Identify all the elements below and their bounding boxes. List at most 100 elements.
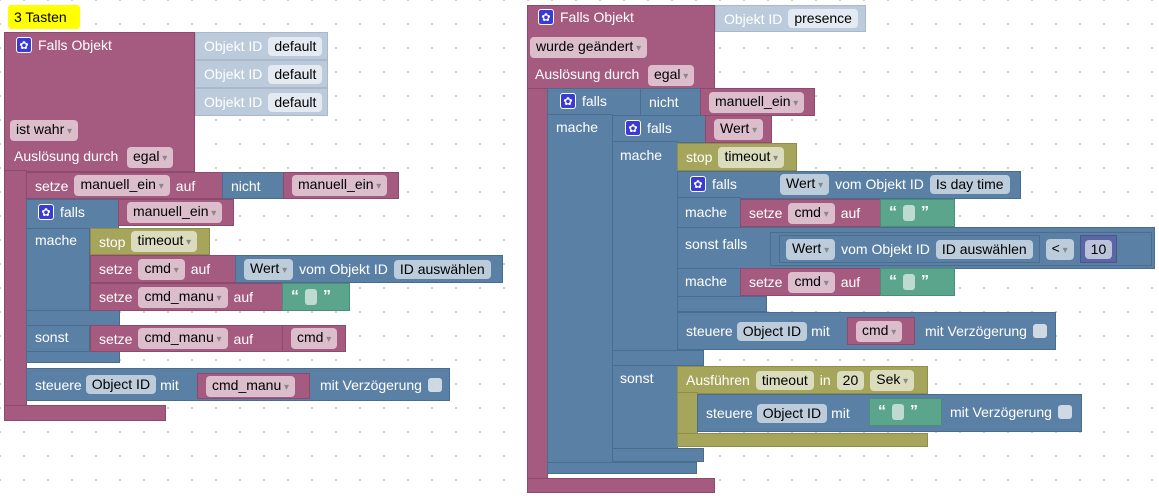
object-id-field[interactable]: ID auswählen [393, 259, 491, 279]
variable-dropdown[interactable]: manuell_ein [127, 202, 223, 223]
condition-dropdown[interactable]: wurde geändert [530, 37, 648, 58]
string-block[interactable]: “” [869, 398, 942, 426]
quote-open-icon: “ [878, 403, 886, 420]
time-field[interactable]: 20 [836, 370, 865, 390]
set-block[interactable]: setze cmd_manu auf [90, 283, 283, 311]
set-block[interactable]: setze cmdauf [740, 199, 881, 227]
falls-label: falls [582, 93, 607, 109]
auf-label: auf [233, 289, 254, 305]
delay-checkbox[interactable] [1032, 324, 1047, 338]
variable-dropdown[interactable]: cmd_manu [138, 286, 228, 308]
variable-dropdown[interactable]: Wert [714, 118, 764, 140]
quote-open-icon: “ [291, 288, 299, 305]
if-block-divider [26, 310, 120, 326]
delay-checkbox[interactable] [1057, 405, 1072, 419]
object-id-block[interactable]: Objekt ID default [195, 32, 328, 60]
auf-label: auf [190, 261, 211, 277]
object-id-field[interactable]: presence [788, 9, 858, 28]
variable-dropdown[interactable]: cmd_manu [206, 375, 296, 397]
string-field[interactable] [903, 205, 915, 221]
stop-timer-block[interactable]: stop timeout [677, 143, 797, 171]
gear-icon[interactable]: ✿ [16, 37, 32, 53]
mode-dropdown[interactable]: Wert [244, 258, 294, 280]
gear-icon[interactable]: ✿ [538, 9, 554, 25]
variable-dropdown[interactable]: cmd [138, 258, 185, 280]
set-block[interactable]: setze cmd_manu auf [90, 325, 283, 352]
variable-block[interactable]: cmd [282, 325, 346, 352]
string-block[interactable]: “” [880, 199, 955, 227]
timer-dropdown[interactable]: timeout [131, 231, 198, 252]
gear-icon[interactable]: ✿ [560, 93, 576, 109]
if-block-spine [612, 141, 678, 463]
sonst-label: sonst [35, 329, 69, 345]
run-timer-block[interactable]: Ausführen timeout in 20 Sek [677, 366, 928, 394]
delay-checkbox[interactable] [427, 378, 442, 392]
string-field[interactable] [903, 274, 915, 290]
setze-label: setze [749, 205, 783, 221]
variable-block[interactable]: manuell_ein [118, 199, 234, 226]
quote-close-icon: ” [910, 403, 918, 420]
set-block[interactable]: setze cmdauf [90, 255, 236, 283]
delay-label: mit Verzögerung [950, 404, 1052, 420]
set-block[interactable]: setze manuell_ein auf [26, 172, 223, 199]
vom-label: vom Objekt ID [835, 176, 924, 192]
trigger-dropdown[interactable]: egal [648, 65, 695, 86]
object-id-field[interactable]: Object ID [756, 403, 828, 423]
object-id-field[interactable]: ID auswählen [935, 239, 1033, 259]
object-id-field[interactable]: Object ID [85, 375, 157, 394]
stop-timer-block[interactable]: stop timeout [90, 228, 210, 255]
quote-close-icon: ” [921, 204, 929, 221]
operator-dropdown[interactable]: < [1045, 238, 1074, 260]
nicht-label: nicht [231, 177, 261, 194]
unit-dropdown[interactable]: Sek [870, 369, 915, 391]
number-field[interactable]: 10 [1084, 239, 1113, 259]
variable-dropdown[interactable]: manuell_ein [74, 175, 170, 196]
variable-block[interactable]: manuell_ein [700, 88, 815, 116]
object-id-field[interactable]: Object ID [736, 321, 808, 341]
variable-dropdown[interactable]: cmd [788, 202, 835, 224]
condition-dropdown[interactable]: ist wahr [10, 120, 79, 141]
not-block[interactable]: nicht [640, 88, 701, 116]
mode-dropdown[interactable]: Wert [780, 173, 830, 195]
not-block[interactable]: nicht [222, 172, 284, 199]
object-id-field[interactable]: Is day time [929, 174, 1010, 194]
gear-icon[interactable]: ✿ [625, 120, 641, 136]
object-id-field[interactable]: default [268, 64, 323, 84]
string-block[interactable]: “” [282, 283, 350, 311]
object-id-block[interactable]: Objekt ID default [195, 88, 328, 116]
object-id-label: Objekt ID [204, 38, 263, 54]
mache-label: mache [685, 273, 728, 289]
set-block[interactable]: setze cmdauf [740, 268, 881, 296]
sonst-label: sonst [620, 370, 654, 386]
object-id-block[interactable]: Objekt ID presence [715, 5, 866, 32]
variable-block[interactable]: Wert [705, 115, 772, 143]
comment-bubble[interactable]: 3 Tasten [8, 5, 80, 29]
variable-block[interactable]: manuell_ein [283, 172, 399, 199]
if-block-bottom [547, 462, 697, 474]
steuere-label: steuere [686, 323, 733, 339]
variable-dropdown[interactable]: manuell_ein [292, 175, 388, 196]
object-id-field[interactable]: default [268, 92, 323, 112]
gear-icon[interactable]: ✿ [690, 176, 706, 192]
string-block[interactable]: “” [880, 268, 955, 296]
variable-dropdown[interactable]: manuell_ein [709, 91, 805, 113]
variable-dropdown[interactable]: cmd_manu [138, 328, 228, 349]
trigger-dropdown[interactable]: egal [127, 147, 174, 168]
mode-dropdown[interactable]: Wert [786, 238, 836, 260]
string-field[interactable] [892, 404, 904, 420]
variable-block[interactable]: cmd_manu [197, 373, 310, 399]
gear-icon[interactable]: ✿ [38, 204, 54, 220]
compare-block[interactable]: Wert vom Objekt ID ID auswählen <10 [770, 232, 1152, 266]
object-id-field[interactable]: default [268, 36, 323, 56]
timer-name-field[interactable]: timeout [755, 370, 814, 390]
mache-label: mache [556, 119, 599, 135]
object-id-block[interactable]: Objekt ID default [195, 60, 328, 88]
string-field[interactable] [305, 289, 317, 305]
variable-block[interactable]: cmd [847, 317, 915, 345]
variable-dropdown[interactable]: cmd [788, 271, 835, 293]
get-value-block[interactable]: Wert vom Objekt ID ID auswählen [235, 255, 503, 283]
variable-dropdown[interactable]: cmd [856, 320, 903, 342]
timer-dropdown[interactable]: timeout [718, 146, 785, 168]
variable-dropdown[interactable]: cmd [291, 328, 338, 349]
quote-open-icon: “ [889, 204, 897, 221]
